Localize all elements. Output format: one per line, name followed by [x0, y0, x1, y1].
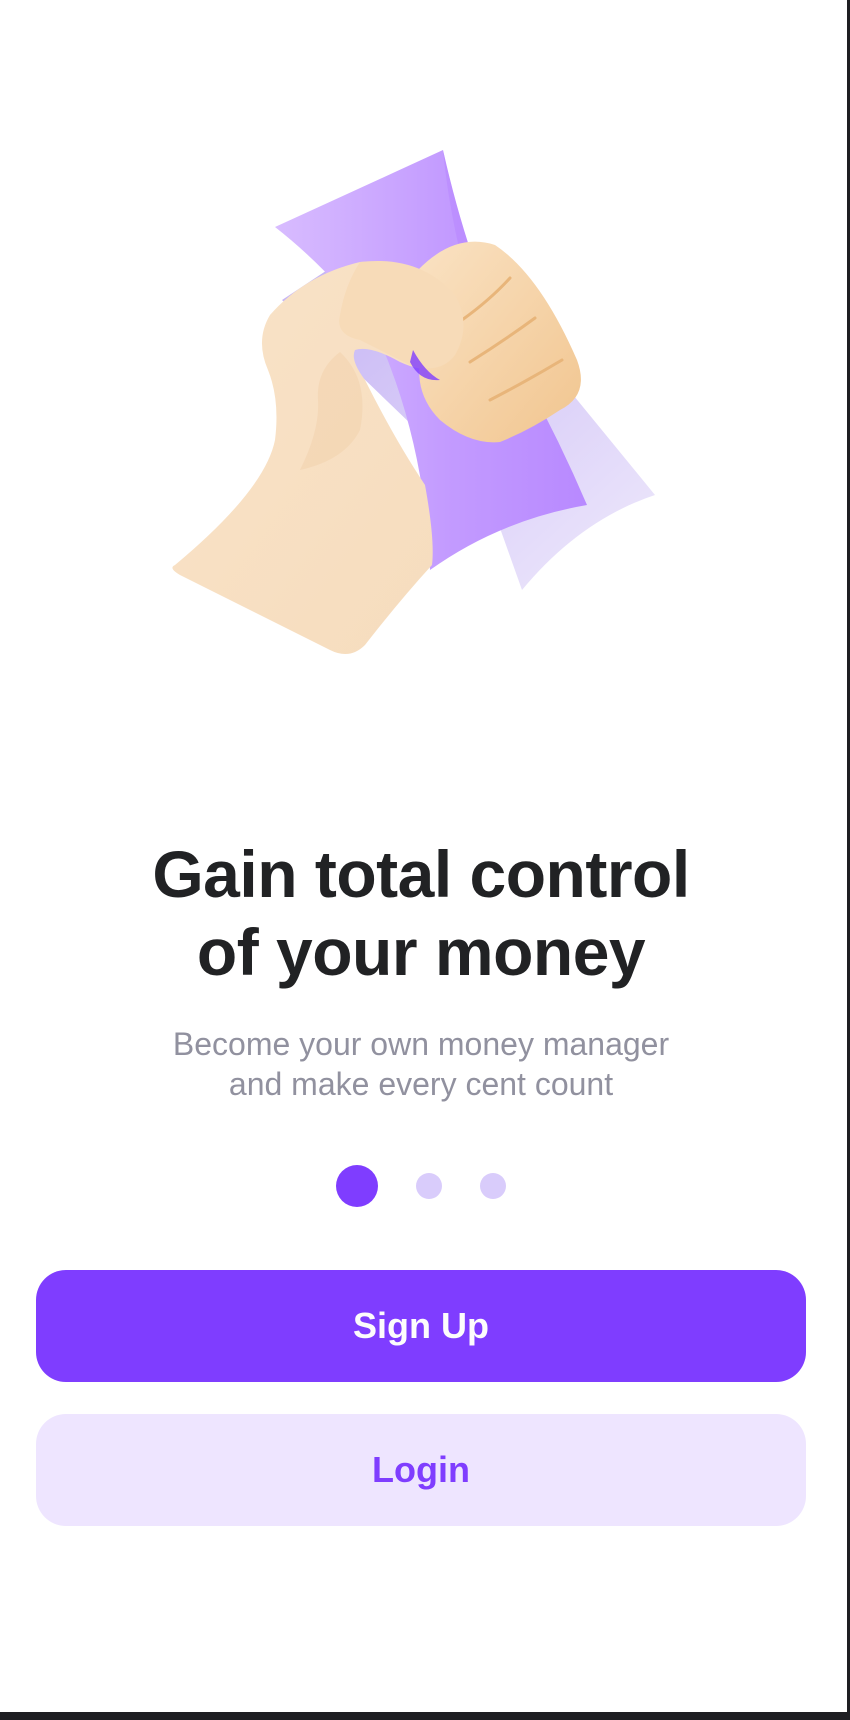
pagination-dot-3[interactable] — [480, 1173, 506, 1199]
onboarding-title: Gain total control of your money — [0, 835, 842, 991]
hand-holding-money-illustration — [150, 130, 690, 690]
subtitle-line-2: and make every cent count — [228, 1066, 614, 1102]
pagination-dot-2[interactable] — [416, 1173, 442, 1199]
subtitle-line-1: Become your own money manager — [172, 1026, 670, 1062]
pagination-dot-1-active[interactable] — [336, 1165, 378, 1207]
onboarding-screen: Gain total control of your money Become … — [0, 0, 847, 1712]
login-button[interactable]: Login — [36, 1414, 806, 1526]
title-line-1: Gain total control — [152, 837, 690, 911]
onboarding-subtitle: Become your own money manager and make e… — [0, 1024, 842, 1104]
title-line-2: of your money — [196, 915, 646, 989]
signup-button[interactable]: Sign Up — [36, 1270, 806, 1382]
pagination-dots — [0, 1165, 842, 1207]
